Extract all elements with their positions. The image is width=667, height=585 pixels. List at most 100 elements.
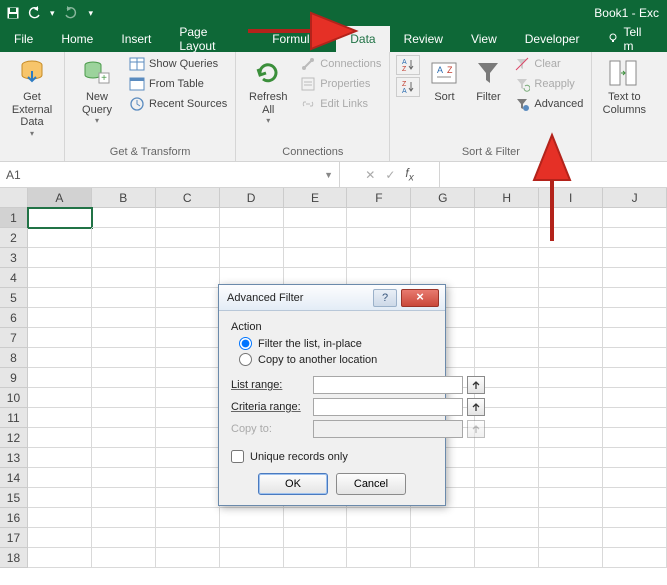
cell[interactable] xyxy=(92,548,156,568)
cell[interactable] xyxy=(28,308,92,328)
tab-pagelayout[interactable]: Page Layout xyxy=(165,26,258,52)
cell[interactable] xyxy=(475,308,539,328)
column-header[interactable]: A xyxy=(28,188,92,208)
cell[interactable] xyxy=(539,508,603,528)
cell[interactable] xyxy=(411,228,475,248)
cell[interactable] xyxy=(475,248,539,268)
cell[interactable] xyxy=(156,488,220,508)
cell[interactable] xyxy=(28,508,92,528)
tell-me[interactable]: Tell m xyxy=(593,26,667,52)
cell[interactable] xyxy=(539,408,603,428)
cancel-formula-icon[interactable]: ✕ xyxy=(365,168,375,182)
cell[interactable] xyxy=(603,368,667,388)
cell[interactable] xyxy=(475,468,539,488)
edit-links-button[interactable]: Edit Links xyxy=(298,95,383,113)
cell[interactable] xyxy=(92,348,156,368)
cell[interactable] xyxy=(539,428,603,448)
save-icon[interactable] xyxy=(6,6,20,20)
cell[interactable] xyxy=(603,408,667,428)
cell[interactable] xyxy=(475,288,539,308)
cell[interactable] xyxy=(156,368,220,388)
cell[interactable] xyxy=(156,308,220,328)
cell[interactable] xyxy=(411,248,475,268)
cell[interactable] xyxy=(156,508,220,528)
cell[interactable] xyxy=(475,328,539,348)
filter-button[interactable]: Filter xyxy=(468,55,508,104)
row-header[interactable]: 7 xyxy=(0,328,28,348)
row-header[interactable]: 2 xyxy=(0,228,28,248)
cell[interactable] xyxy=(156,528,220,548)
cell[interactable] xyxy=(284,208,348,228)
get-external-data-button[interactable]: Get External Data ▾ xyxy=(6,55,58,138)
reapply-button[interactable]: Reapply xyxy=(512,75,585,93)
row-header[interactable]: 6 xyxy=(0,308,28,328)
cell[interactable] xyxy=(220,228,284,248)
cell[interactable] xyxy=(347,208,411,228)
cell[interactable] xyxy=(603,428,667,448)
cell[interactable] xyxy=(347,228,411,248)
row-header[interactable]: 3 xyxy=(0,248,28,268)
cell[interactable] xyxy=(475,228,539,248)
tab-review[interactable]: Review xyxy=(390,26,457,52)
cell[interactable] xyxy=(28,228,92,248)
column-header[interactable]: H xyxy=(475,188,539,208)
cell[interactable] xyxy=(156,448,220,468)
cell[interactable] xyxy=(539,208,603,228)
row-header[interactable]: 18 xyxy=(0,548,28,568)
unique-records-checkbox[interactable] xyxy=(231,450,244,463)
show-queries-button[interactable]: Show Queries xyxy=(127,55,229,73)
cell[interactable] xyxy=(347,248,411,268)
cell[interactable] xyxy=(411,208,475,228)
cell[interactable] xyxy=(603,308,667,328)
row-header[interactable]: 5 xyxy=(0,288,28,308)
cell[interactable] xyxy=(28,208,92,228)
ok-button[interactable]: OK xyxy=(258,473,328,495)
cell[interactable] xyxy=(539,268,603,288)
tab-view[interactable]: View xyxy=(457,26,511,52)
sort-za-button[interactable]: ZA xyxy=(396,77,420,97)
cell[interactable] xyxy=(92,208,156,228)
cell[interactable] xyxy=(92,288,156,308)
dialog-close-button[interactable]: × xyxy=(401,289,439,307)
cell[interactable] xyxy=(475,448,539,468)
cell[interactable] xyxy=(539,228,603,248)
cell[interactable] xyxy=(475,268,539,288)
cell[interactable] xyxy=(92,328,156,348)
cell[interactable] xyxy=(220,548,284,568)
text-to-columns-button[interactable]: Text to Columns xyxy=(598,55,650,116)
cell[interactable] xyxy=(28,288,92,308)
cell[interactable] xyxy=(156,268,220,288)
row-header[interactable]: 17 xyxy=(0,528,28,548)
cell[interactable] xyxy=(28,428,92,448)
new-query-button[interactable]: + New Query ▾ xyxy=(71,55,123,125)
cell[interactable] xyxy=(92,388,156,408)
tab-formulas[interactable]: Formulas xyxy=(258,26,336,52)
sort-button[interactable]: AZ Sort xyxy=(424,55,464,104)
cell[interactable] xyxy=(284,248,348,268)
dialog-help-button[interactable]: ? xyxy=(373,289,397,307)
enter-formula-icon[interactable]: ✓ xyxy=(385,168,395,182)
cell[interactable] xyxy=(539,308,603,328)
cell[interactable] xyxy=(220,248,284,268)
cell[interactable] xyxy=(156,388,220,408)
cell[interactable] xyxy=(92,228,156,248)
cell[interactable] xyxy=(28,348,92,368)
radio-filter-in-place[interactable] xyxy=(239,337,252,350)
row-header[interactable]: 10 xyxy=(0,388,28,408)
cell[interactable] xyxy=(28,448,92,468)
cell[interactable] xyxy=(603,468,667,488)
cell[interactable] xyxy=(347,548,411,568)
cell[interactable] xyxy=(603,488,667,508)
dialog-titlebar[interactable]: Advanced Filter ? × xyxy=(219,285,445,311)
row-header[interactable]: 8 xyxy=(0,348,28,368)
name-box-dropdown-icon[interactable]: ▼ xyxy=(324,170,333,180)
cell[interactable] xyxy=(92,308,156,328)
cell[interactable] xyxy=(475,488,539,508)
cell[interactable] xyxy=(28,248,92,268)
cell[interactable] xyxy=(603,208,667,228)
cell[interactable] xyxy=(28,488,92,508)
tab-developer[interactable]: Developer xyxy=(511,26,594,52)
cell[interactable] xyxy=(156,468,220,488)
column-header[interactable]: F xyxy=(347,188,411,208)
cell[interactable] xyxy=(28,468,92,488)
